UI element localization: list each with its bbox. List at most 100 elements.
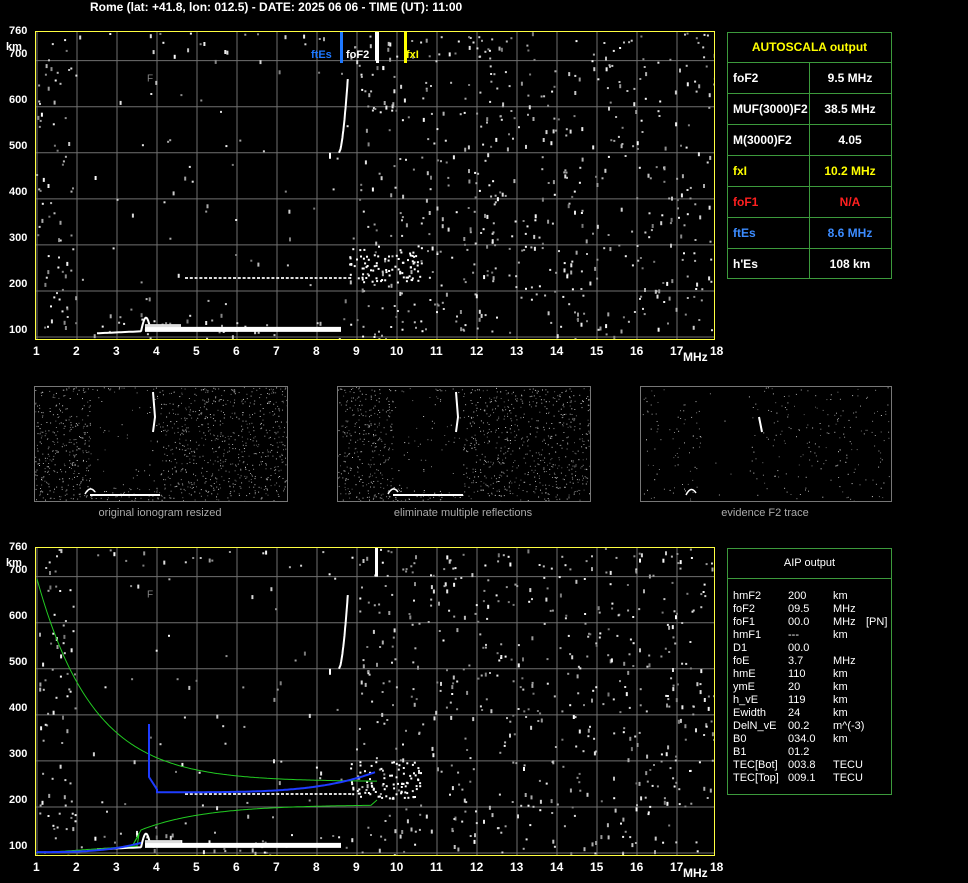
aip-value: 09.5 [788, 603, 810, 615]
autoscala-key: fxI [733, 156, 810, 186]
autoscala-key: h'Es [733, 249, 810, 279]
aip-name: B0 [733, 733, 747, 745]
autoscala-value: 8.6 MHz [827, 226, 873, 240]
aip-name: TEC[Bot] [733, 759, 778, 771]
aip-value: --- [788, 629, 799, 641]
autoscala-row: fxI 10.2 MHz [728, 156, 891, 187]
caption-no-multiple: eliminate multiple reflections [393, 507, 533, 519]
x-tick-label: 9 [353, 860, 360, 874]
aip-name: foE [733, 655, 750, 667]
autoscala-row: MUF(3000)F2 38.5 MHz [728, 94, 891, 125]
autoscala-panel: AUTOSCALA output foF2 9.5 MHz MUF(3000)F2 3… [727, 32, 892, 279]
y-tick-label: 700 [9, 48, 28, 60]
caption-original: original ionogram resized [98, 507, 222, 519]
aip-row: Ewidth 24 km [733, 707, 888, 720]
y-tick-label: 760 [9, 541, 28, 553]
aip-unit: km [833, 629, 848, 641]
aip-name: Ewidth [733, 707, 767, 719]
aip-name: h_vE [733, 694, 759, 706]
x-unit-label-top: MHz [683, 350, 708, 364]
aip-name: TEC[Top] [733, 772, 779, 784]
x-tick-label: 7 [273, 344, 280, 358]
y-tick-label: 600 [9, 94, 28, 106]
x-tick-label: 18 [710, 860, 724, 874]
aip-unit: m^(-3) [833, 720, 865, 732]
x-tick-label: 7 [273, 860, 280, 874]
y-tick-label: 200 [9, 278, 28, 290]
aip-extra: [PN] [866, 616, 888, 628]
aip-unit: MHz [833, 603, 856, 615]
aip-name: foF1 [733, 616, 756, 628]
noise-dots [39, 548, 714, 855]
x-tick-label: 6 [233, 860, 240, 874]
aip-value: 3.7 [788, 655, 804, 667]
y-tick-label: 500 [9, 656, 28, 668]
aip-row: h_vE 119 km [733, 694, 888, 707]
x-tick-label: 13 [510, 860, 524, 874]
autoscala-row: ftEs 8.6 MHz [728, 218, 891, 249]
y-tick-label: 600 [9, 610, 28, 622]
aip-unit: km [833, 694, 848, 706]
echo-traces [96, 548, 422, 851]
aip-value: 003.8 [788, 759, 816, 771]
ionogram-plot-top: F [35, 31, 715, 340]
aip-value: 009.1 [788, 772, 816, 784]
x-tick-label: 17 [670, 860, 684, 874]
svg-text:F: F [147, 73, 153, 84]
aip-row: hmF2 200 km [733, 590, 888, 603]
aip-row: TEC[Top] 009.1 TECU [733, 772, 888, 785]
autoscala-value: 108 km [829, 257, 871, 271]
aip-value: 034.0 [788, 733, 816, 745]
autoscala-value: 4.05 [838, 133, 862, 147]
y-tick-label: 700 [9, 564, 28, 576]
y-tick-label: 100 [9, 840, 28, 852]
x-tick-label: 2 [73, 860, 80, 874]
mini-canvas-f2-trace [642, 387, 892, 502]
mini-panel-f2-trace [640, 386, 892, 502]
x-tick-label: 15 [590, 860, 604, 874]
aip-value: 00.0 [788, 642, 810, 654]
x-tick-label: 4 [153, 344, 160, 358]
y-tick-label: 300 [9, 748, 28, 760]
x-tick-label: 3 [113, 860, 120, 874]
x-tick-label: 14 [550, 860, 564, 874]
aip-value: 00.0 [788, 616, 810, 628]
fxi-marker-label: fxI [406, 49, 419, 61]
aip-unit: km [833, 681, 848, 693]
y-tick-label: 500 [9, 140, 28, 152]
x-tick-label: 12 [470, 860, 484, 874]
aip-value: 20 [788, 681, 801, 693]
ionogram-canvas-top: F [36, 32, 714, 339]
aip-row: hmF1 --- km [733, 629, 888, 642]
x-tick-label: 5 [193, 344, 200, 358]
aip-row: B1 01.2 [733, 746, 888, 759]
echo-traces [96, 32, 423, 335]
x-tick-label: 8 [313, 344, 320, 358]
x-tick-label: 4 [153, 860, 160, 874]
aip-title: AIP output [728, 549, 891, 579]
y-tick-label: 760 [9, 25, 28, 37]
aip-unit: km [833, 668, 848, 680]
aip-row: ymE 20 km [733, 681, 888, 694]
aip-value: 200 [788, 590, 807, 602]
aip-name: foF2 [733, 603, 756, 615]
aip-unit: MHz [833, 616, 856, 628]
x-tick-label: 11 [430, 344, 443, 358]
aip-name: hmE [733, 668, 756, 680]
aip-name: hmF2 [733, 590, 762, 602]
aip-name: ymE [733, 681, 755, 693]
aip-name: hmF1 [733, 629, 762, 641]
autoscala-key: foF2 [733, 63, 810, 93]
autoscala-value: 10.2 MHz [824, 164, 876, 178]
aip-unit: km [833, 707, 848, 719]
autoscala-key: M(3000)F2 [733, 125, 810, 155]
aip-row: foF1 00.0 MHz [PN] [733, 616, 888, 629]
aip-panel: AIP output hmF2 200 km foF2 09.5 MHz foF1 00.0 M… [727, 548, 892, 795]
aip-value: 110 [788, 668, 806, 680]
aip-unit: km [833, 590, 848, 602]
aip-unit: km [833, 733, 848, 745]
aip-value: 119 [788, 694, 806, 706]
autoscala-row: M(3000)F2 4.05 [728, 125, 891, 156]
x-tick-label: 3 [113, 344, 120, 358]
x-tick-label: 10 [390, 860, 404, 874]
